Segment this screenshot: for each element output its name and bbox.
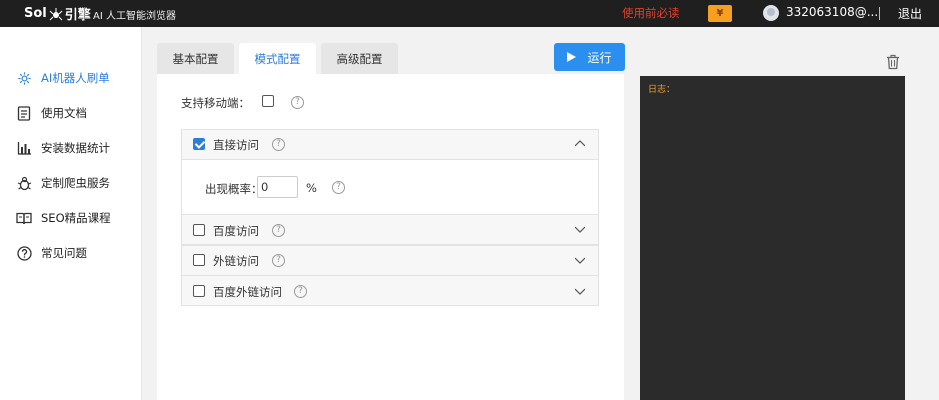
help-symbol: ?: [295, 97, 300, 107]
logout-button[interactable]: 退出: [898, 5, 922, 22]
chevron-down-icon[interactable]: [575, 224, 585, 234]
mobile-support-label: 支持移动端：: [181, 96, 250, 110]
bug-icon: [16, 175, 32, 191]
run-button-label: 运行: [587, 50, 612, 65]
chevron-down-icon[interactable]: [575, 286, 585, 296]
user-divider: [879, 7, 880, 20]
help-icon[interactable]: ?: [291, 96, 304, 109]
logo-text-left: Sol: [24, 6, 47, 21]
help-icon[interactable]: ?: [294, 285, 307, 298]
tab-basic-config[interactable]: 基本配置: [157, 43, 234, 74]
app-title: AI 人工智能浏览器: [93, 11, 176, 22]
external-link-checkbox[interactable]: [193, 254, 205, 266]
gear-icon: [16, 70, 32, 86]
baidu-external-link-label: 百度外链访问: [213, 285, 282, 299]
book-icon: [16, 210, 32, 226]
log-panel: 日志：: [640, 76, 905, 400]
logo-text-right: 引擎: [64, 8, 91, 23]
tab-mode-config[interactable]: 模式配置: [239, 43, 316, 74]
probability-label: 出现概率：: [205, 182, 263, 196]
help-symbol: ?: [336, 182, 341, 192]
baidu-access-label: 百度访问: [213, 224, 259, 238]
sidebar-item-label: AI机器人刷单: [41, 71, 110, 85]
help-symbol: ?: [276, 225, 281, 235]
percent-unit: %: [306, 181, 317, 195]
direct-access-checkbox[interactable]: [193, 138, 205, 150]
document-icon: [16, 105, 32, 121]
logo-divider: [84, 7, 85, 20]
tab-advanced-config[interactable]: 高级配置: [321, 43, 398, 74]
wallet-symbol: ¥: [716, 8, 724, 19]
sidebar-item-label: SEO精品课程: [41, 211, 111, 225]
help-icon[interactable]: ?: [272, 224, 285, 237]
help-symbol: ?: [298, 286, 303, 296]
sidebar-item-label: 安装数据统计: [41, 141, 110, 155]
sidebar-item-faq[interactable]: 常见问题: [16, 243, 87, 263]
read-before-use-link[interactable]: 使用前必读: [622, 5, 680, 21]
mobile-support-checkbox[interactable]: [262, 95, 274, 107]
wallet-icon[interactable]: ¥: [708, 5, 732, 22]
external-link-label: 外链访问: [213, 254, 259, 268]
sidebar-item-label: 定制爬虫服务: [41, 176, 110, 190]
sidebar-item-crawler-service[interactable]: 定制爬虫服务: [16, 173, 110, 193]
question-icon: [16, 245, 32, 261]
username[interactable]: 332063108@...: [786, 5, 878, 19]
direct-access-label: 直接访问: [213, 138, 259, 152]
log-label: 日志：: [648, 85, 676, 95]
chevron-up-icon[interactable]: [575, 139, 585, 149]
sidebar: AI机器人刷单 使用文档 安装数据统计 定制爬虫服务 SEO精品课程 常见问题: [0, 27, 142, 400]
chevron-down-icon[interactable]: [575, 255, 585, 265]
sidebar-item-seo-course[interactable]: SEO精品课程: [16, 208, 111, 228]
sidebar-item-label: 使用文档: [41, 106, 87, 120]
app-logo: Sol 引擎: [24, 5, 91, 23]
play-icon: [567, 52, 577, 62]
probability-value: 0: [261, 180, 269, 194]
help-icon[interactable]: ?: [272, 138, 285, 151]
help-symbol: ?: [276, 255, 281, 265]
sidebar-item-install-stats[interactable]: 安装数据统计: [16, 138, 110, 158]
top-bar: Sol 引擎 AI 人工智能浏览器 使用前必读 ¥ 332063108@... …: [0, 0, 939, 27]
spider-icon: [49, 7, 63, 20]
probability-input[interactable]: 0: [257, 176, 298, 198]
sidebar-item-ai-robot[interactable]: AI机器人刷单: [16, 68, 110, 88]
run-button[interactable]: 运行: [554, 43, 625, 71]
sidebar-item-docs[interactable]: 使用文档: [16, 103, 87, 123]
trash-icon[interactable]: [886, 54, 900, 70]
baidu-access-checkbox[interactable]: [193, 224, 205, 236]
avatar[interactable]: [763, 5, 779, 21]
baidu-external-link-checkbox[interactable]: [193, 285, 205, 297]
help-icon[interactable]: ?: [332, 181, 345, 194]
bar-chart-icon: [16, 140, 32, 156]
help-icon[interactable]: ?: [272, 254, 285, 267]
sidebar-item-label: 常见问题: [41, 246, 87, 260]
help-symbol: ?: [276, 139, 281, 149]
